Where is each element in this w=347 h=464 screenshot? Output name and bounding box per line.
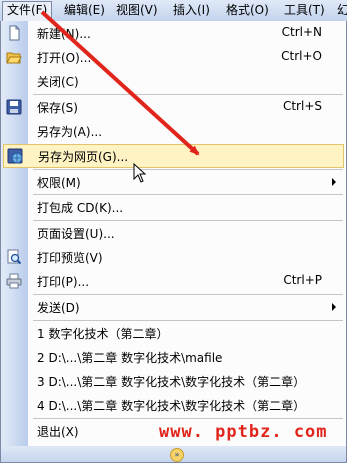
menu-item-recent-3[interactable]: 3 D:\...\第二章 数字化技术\数字化技术（第二章） <box>1 369 346 393</box>
menu-bar: 文件(F) 编辑(E) 视图(V) 插入(I) 格式(O) 工具(T) 幻 <box>0 0 347 22</box>
menu-item-label: 权限(M) <box>37 176 81 190</box>
print-preview-icon <box>6 249 22 265</box>
menu-tools[interactable]: 工具(T) <box>280 2 329 19</box>
menu-item-label: 打印(P)... <box>37 275 90 289</box>
menu-item-recent-4[interactable]: 4 D:\...\第二章 数字化技术\数字化技术（第二章） <box>1 393 346 417</box>
menu-item-label: 关闭(C) <box>37 75 79 89</box>
menu-file[interactable]: 文件(F) <box>2 1 53 22</box>
menu-item-label: 页面设置(U)... <box>37 227 115 241</box>
menu-item-package-cd[interactable]: 打包成 CD(K)... <box>1 195 346 219</box>
menu-item-save-as-web-page[interactable]: 另存为网页(G)... <box>3 144 344 168</box>
menu-slideshow[interactable]: 幻 <box>333 2 347 19</box>
menu-item-label: 4 D:\...\第二章 数字化技术\数字化技术（第二章） <box>37 399 306 413</box>
menu-item-open[interactable]: 打开(O)... Ctrl+O <box>1 45 346 69</box>
menu-insert[interactable]: 插入(I) <box>169 2 214 19</box>
open-folder-icon <box>6 49 22 65</box>
menu-item-label: 打印预览(V) <box>37 251 103 265</box>
menu-item-label: 3 D:\...\第二章 数字化技术\数字化技术（第二章） <box>37 375 306 389</box>
menu-edit[interactable]: 编辑(E) <box>60 2 109 19</box>
new-document-icon <box>6 25 22 41</box>
menu-item-label: 保存(S) <box>37 101 78 115</box>
menu-item-shortcut: Ctrl+P <box>283 273 322 287</box>
menu-item-label: 发送(D) <box>37 301 80 315</box>
menu-item-send[interactable]: 发送(D) <box>1 295 346 319</box>
menu-item-label: 2 D:\...\第二章 数字化技术\mafile <box>37 351 223 365</box>
menu-item-save-as[interactable]: 另存为(A)... <box>1 119 346 143</box>
menu-item-shortcut: Ctrl+N <box>281 25 322 39</box>
menu-item-label: 打包成 CD(K)... <box>37 201 124 215</box>
menu-item-print-preview[interactable]: 打印预览(V) <box>1 245 346 269</box>
menu-view[interactable]: 视图(V) <box>112 2 162 19</box>
printer-icon <box>6 273 22 289</box>
menu-item-new[interactable]: 新建(N)... Ctrl+N <box>1 21 346 45</box>
watermark-text: www. pptbz. com <box>159 422 328 442</box>
menu-item-shortcut: Ctrl+O <box>281 49 322 63</box>
menu-item-label: 退出(X) <box>37 425 79 439</box>
menu-item-label: 打开(O)... <box>37 51 92 65</box>
chevron-double-down-icon[interactable]: » <box>170 448 184 462</box>
menu-item-label: 另存为(A)... <box>37 125 103 139</box>
menu-item-recent-1[interactable]: 1 数字化技术（第二章） <box>1 321 346 345</box>
menu-item-save[interactable]: 保存(S) Ctrl+S <box>1 95 346 119</box>
menu-item-shortcut: Ctrl+S <box>282 99 322 113</box>
submenu-arrow-icon <box>332 303 336 311</box>
menu-item-label: 1 数字化技术（第二章） <box>37 327 169 341</box>
menu-item-label: 另存为网页(G)... <box>38 150 129 164</box>
file-menu-dropdown: 新建(N)... Ctrl+N 打开(O)... Ctrl+O 关闭(C) 保存… <box>0 21 347 463</box>
menu-format[interactable]: 格式(O) <box>222 2 273 19</box>
menu-item-close[interactable]: 关闭(C) <box>1 69 346 93</box>
menu-item-page-setup[interactable]: 页面设置(U)... <box>1 221 346 245</box>
menu-item-label: 新建(N)... <box>37 27 91 41</box>
save-disk-icon <box>6 99 22 115</box>
menu-item-permission[interactable]: 权限(M) <box>1 170 346 194</box>
menu-expand-bar[interactable]: » <box>1 446 346 462</box>
submenu-arrow-icon <box>332 178 336 186</box>
save-web-page-icon <box>7 148 23 164</box>
menu-item-print[interactable]: 打印(P)... Ctrl+P <box>1 269 346 293</box>
menu-item-recent-2[interactable]: 2 D:\...\第二章 数字化技术\mafile <box>1 345 346 369</box>
